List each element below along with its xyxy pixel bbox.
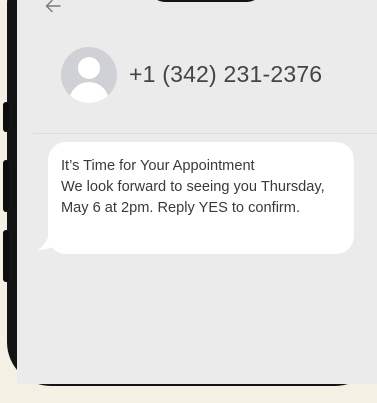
phone-notch [149, 0, 263, 2]
message-line: We look forward to seeing you Thursday, [61, 179, 325, 195]
phone-side-button [3, 102, 9, 132]
phone-side-button [3, 160, 9, 212]
avatar[interactable] [61, 47, 117, 103]
message-bubble[interactable]: It’s Time for Your Appointment We look f… [48, 142, 354, 254]
message-line: May 6 at 2pm. Reply YES to confirm. [61, 200, 301, 216]
person-icon [78, 57, 100, 79]
phone-screen: +1 (342) 231-2376 It’s Time for Your App… [17, 0, 377, 384]
header-divider [33, 133, 377, 134]
contact-phone-number[interactable]: +1 (342) 231-2376 [129, 61, 322, 88]
conversation-header: +1 (342) 231-2376 [17, 40, 377, 132]
person-icon-body [69, 82, 109, 103]
message-line: It’s Time for Your Appointment [61, 158, 255, 174]
phone-side-button [3, 230, 9, 282]
arrow-left-icon [45, 0, 61, 13]
back-button[interactable] [41, 0, 65, 18]
